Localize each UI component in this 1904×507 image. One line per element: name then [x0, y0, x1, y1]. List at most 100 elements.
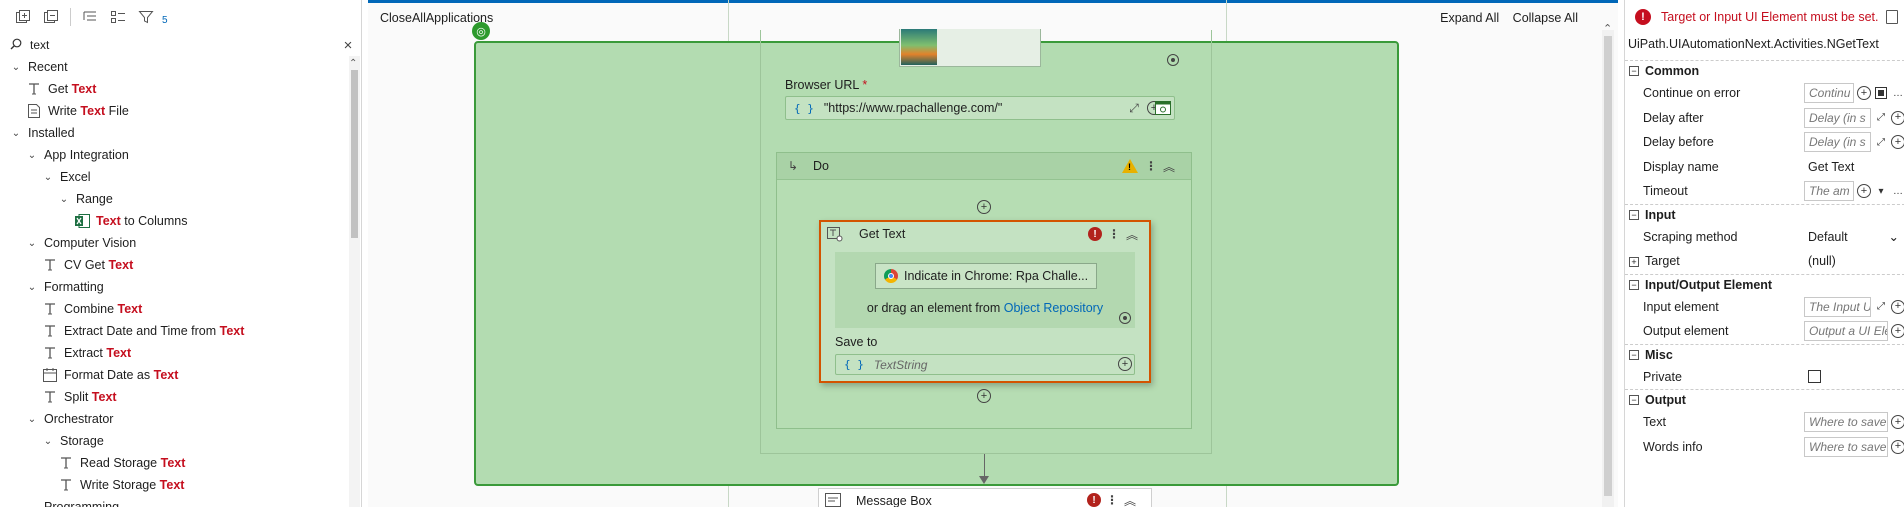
chevron-down-icon[interactable]: ⌄: [10, 62, 22, 73]
more-options-icon[interactable]: ⋮: [1143, 158, 1159, 174]
browser-window-icon[interactable]: [1155, 100, 1171, 116]
activity-item[interactable]: Combine Text: [0, 298, 347, 320]
collapse-icon[interactable]: ︽: [1122, 492, 1138, 507]
canvas-scrollbar[interactable]: ⌃: [1602, 23, 1614, 507]
expand-editor-icon[interactable]: ⤢: [1126, 100, 1142, 116]
private-checkbox[interactable]: [1808, 370, 1821, 384]
activity-item[interactable]: Write Storage Text: [0, 474, 347, 496]
filter-icon[interactable]: [137, 8, 155, 26]
chevron-down-icon[interactable]: ⌄: [26, 282, 38, 293]
collapse-category-icon[interactable]: −: [1629, 66, 1639, 76]
collapse-all-icon[interactable]: [42, 8, 60, 26]
expand-all-icon[interactable]: [14, 8, 32, 26]
browser-screenshot-thumbnail[interactable]: [899, 29, 1041, 67]
copy-icon[interactable]: [1886, 10, 1898, 24]
more-options-icon[interactable]: ⋮: [1106, 226, 1122, 242]
message-box-activity[interactable]: Message Box ! ⋮ ︽: [818, 488, 1152, 507]
chevron-down-icon[interactable]: ⌄: [26, 414, 38, 425]
output-element-input[interactable]: Output a UI Ele: [1804, 321, 1888, 342]
activity-item[interactable]: CV Get Text: [0, 254, 347, 276]
more-options-icon[interactable]: ⋮: [1104, 492, 1120, 507]
delay-before-input[interactable]: Delay (in s: [1804, 132, 1871, 153]
scraping-method-select[interactable]: Default ⌄: [1804, 227, 1904, 247]
category-common[interactable]: − Common: [1625, 60, 1904, 81]
collapse-icon[interactable]: ︽: [1124, 226, 1140, 242]
get-text-activity[interactable]: Get Text ! ⋮ ︽ Indicate in Chrome: Rpa C…: [819, 220, 1151, 383]
expand-editor-icon[interactable]: ⤢: [1874, 111, 1888, 125]
text-output-input[interactable]: Where to save: [1804, 412, 1888, 433]
tree-group[interactable]: ⌄ Computer Vision: [0, 232, 347, 254]
dropdown-arrow-icon[interactable]: ▾: [1874, 184, 1888, 198]
add-activity-icon[interactable]: +: [976, 388, 992, 404]
save-to-field[interactable]: { } TextString: [835, 354, 1135, 375]
words-info-input[interactable]: Where to save: [1804, 436, 1888, 457]
collapse-icon[interactable]: ︽: [1161, 158, 1177, 174]
category-input[interactable]: − Input: [1625, 203, 1904, 225]
clear-search-icon[interactable]: ×: [341, 37, 355, 54]
chevron-down-icon[interactable]: ⌄: [26, 238, 38, 249]
activity-item[interactable]: Write Text File: [0, 100, 347, 122]
tree-group[interactable]: ⌄ Recent: [0, 56, 347, 78]
add-variable-icon[interactable]: +: [1891, 299, 1904, 314]
target-icon[interactable]: [1117, 310, 1133, 326]
expand-all-link[interactable]: Expand All: [1440, 11, 1499, 25]
hierarchy-view-icon[interactable]: [81, 8, 99, 26]
collapse-all-link[interactable]: Collapse All: [1513, 11, 1578, 25]
browser-url-field[interactable]: { } "https://www.rpachallenge.com/" ⤢ +: [785, 96, 1175, 120]
ellipsis-icon[interactable]: …: [1891, 184, 1904, 198]
tree-group[interactable]: ⌄ Formatting: [0, 276, 347, 298]
chevron-down-icon[interactable]: ⌄: [26, 502, 38, 507]
collapse-category-icon[interactable]: −: [1629, 209, 1639, 220]
chevron-down-icon[interactable]: ⌄: [42, 172, 54, 183]
ellipsis-icon[interactable]: …: [1891, 86, 1904, 100]
expand-editor-icon[interactable]: ⤢: [1874, 135, 1888, 149]
add-variable-icon[interactable]: +: [1857, 86, 1871, 101]
input-element-input[interactable]: The Input U: [1804, 296, 1871, 317]
scroll-up-icon[interactable]: ⌃: [1603, 22, 1612, 35]
add-variable-icon[interactable]: +: [1117, 356, 1133, 372]
collapse-category-icon[interactable]: −: [1629, 395, 1639, 405]
tree-group[interactable]: ⌄ Orchestrator: [0, 408, 347, 430]
activity-item[interactable]: Get Text: [0, 78, 347, 100]
add-variable-icon[interactable]: +: [1891, 415, 1904, 430]
add-variable-icon[interactable]: +: [1891, 135, 1904, 150]
activity-item[interactable]: Text to Columns: [0, 210, 347, 232]
chevron-down-icon[interactable]: ⌄: [26, 150, 38, 161]
expand-editor-icon[interactable]: ⤢: [1874, 300, 1888, 314]
category-input-output-element[interactable]: − Input/Output Element: [1625, 273, 1904, 295]
list-view-icon[interactable]: [109, 8, 127, 26]
activity-item[interactable]: Read Storage Text: [0, 452, 347, 474]
delay-after-input[interactable]: Delay (in s: [1804, 107, 1871, 128]
object-repository-link[interactable]: Object Repository: [1004, 301, 1103, 315]
indicate-in-chrome-button[interactable]: Indicate in Chrome: Rpa Challe...: [875, 263, 1097, 289]
chevron-down-icon[interactable]: ⌄: [10, 128, 22, 139]
continue-on-error-input[interactable]: Continu: [1804, 83, 1854, 104]
activity-item[interactable]: Extract Text: [0, 342, 347, 364]
tree-group[interactable]: ⌄ Range: [0, 188, 347, 210]
add-activity-icon[interactable]: +: [976, 199, 992, 215]
tree-group[interactable]: ⌄ Installed: [0, 122, 347, 144]
tree-group[interactable]: ⌄ Programming: [0, 496, 347, 507]
activities-scrollbar[interactable]: [349, 56, 360, 507]
activity-item[interactable]: Extract Date and Time from Text: [0, 320, 347, 342]
chevron-down-icon[interactable]: ⌄: [58, 194, 70, 205]
target-icon[interactable]: [1165, 52, 1181, 68]
collapse-up-icon[interactable]: ⌃: [349, 58, 357, 69]
warning-icon[interactable]: !: [1122, 159, 1138, 173]
category-misc[interactable]: − Misc: [1625, 343, 1904, 365]
collapse-category-icon[interactable]: −: [1629, 349, 1639, 360]
activity-item[interactable]: Split Text: [0, 386, 347, 408]
chevron-down-icon[interactable]: ⌄: [42, 436, 54, 447]
add-variable-icon[interactable]: +: [1857, 184, 1871, 199]
scrollbar-thumb[interactable]: [1604, 36, 1612, 496]
tree-group[interactable]: ⌄ App Integration: [0, 144, 347, 166]
error-icon[interactable]: !: [1088, 227, 1102, 241]
category-output[interactable]: − Output: [1625, 389, 1904, 410]
add-variable-icon[interactable]: +: [1891, 324, 1904, 339]
tree-group[interactable]: ⌄ Storage: [0, 430, 347, 452]
checkbox-icon[interactable]: [1874, 86, 1888, 100]
display-name-input[interactable]: Get Text: [1804, 160, 1854, 174]
activity-item[interactable]: Format Date as Text: [0, 364, 347, 386]
tree-group[interactable]: ⌄ Excel: [0, 166, 347, 188]
timeout-input[interactable]: The am: [1804, 181, 1854, 202]
